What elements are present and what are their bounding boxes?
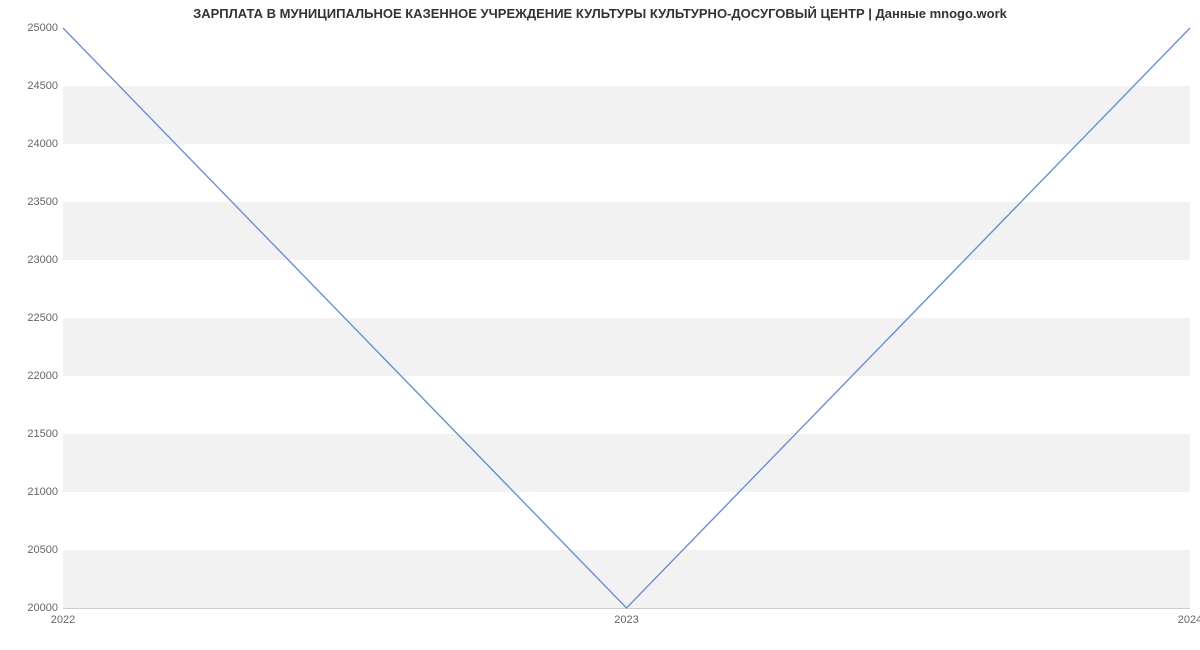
y-tick-label: 25000 xyxy=(8,22,58,34)
x-tick-label: 2023 xyxy=(614,614,638,626)
y-tick-label: 21500 xyxy=(8,428,58,440)
y-tick-label: 20500 xyxy=(8,544,58,556)
y-tick-label: 24500 xyxy=(8,80,58,92)
y-tick-label: 22500 xyxy=(8,312,58,324)
salary-line-chart: ЗАРПЛАТА В МУНИЦИПАЛЬНОЕ КАЗЕННОЕ УЧРЕЖД… xyxy=(0,0,1200,650)
series-line xyxy=(63,28,1190,608)
x-tick-label: 2024 xyxy=(1178,614,1200,626)
line-layer xyxy=(63,28,1190,608)
y-tick-label: 22000 xyxy=(8,370,58,382)
y-tick-label: 24000 xyxy=(8,138,58,150)
y-tick-label: 23500 xyxy=(8,196,58,208)
x-tick-label: 2022 xyxy=(51,614,75,626)
chart-title: ЗАРПЛАТА В МУНИЦИПАЛЬНОЕ КАЗЕННОЕ УЧРЕЖД… xyxy=(0,6,1200,21)
plot-area xyxy=(63,28,1190,609)
y-tick-label: 21000 xyxy=(8,486,58,498)
y-tick-label: 23000 xyxy=(8,254,58,266)
y-tick-label: 20000 xyxy=(8,602,58,614)
